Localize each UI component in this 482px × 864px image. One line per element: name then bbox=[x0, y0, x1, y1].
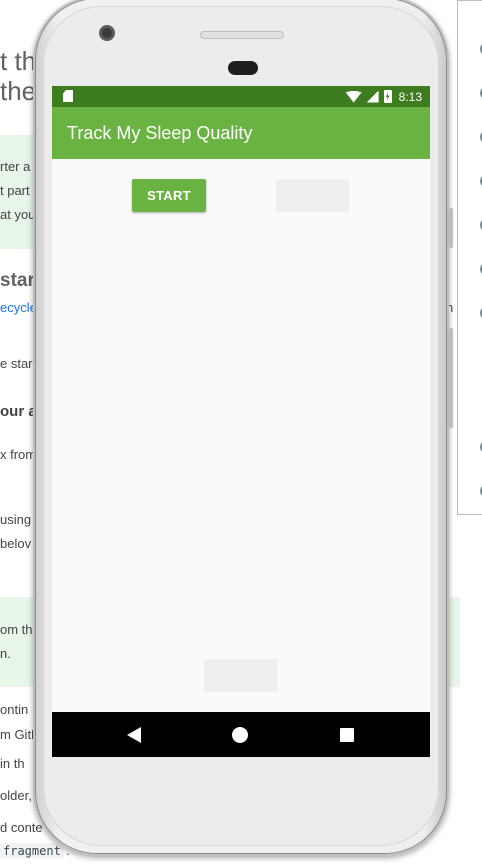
bg-right-panel bbox=[457, 0, 482, 515]
volume-button[interactable] bbox=[447, 208, 453, 248]
bg-tip-line1: rter a bbox=[0, 159, 31, 174]
navigation-bar bbox=[52, 712, 430, 757]
stop-button[interactable] bbox=[276, 179, 349, 212]
recent-apps-icon[interactable] bbox=[340, 728, 354, 742]
bg-heading-line2: the bbox=[0, 76, 37, 106]
app-bar: Track My Sleep Quality bbox=[52, 107, 430, 159]
bg-para3: using bbox=[0, 512, 32, 527]
bg-link[interactable]: ecycle bbox=[0, 300, 37, 315]
bg-para7: in th bbox=[0, 756, 25, 771]
bg-tip2-line1: om th bbox=[0, 622, 33, 637]
bg-subheading: our a bbox=[0, 403, 37, 420]
bg-heading-line1: t th bbox=[0, 46, 37, 76]
home-icon[interactable] bbox=[232, 727, 248, 743]
wifi-icon bbox=[345, 90, 362, 103]
status-bar: 8:13 bbox=[52, 86, 430, 107]
proximity-sensor bbox=[228, 61, 258, 75]
bg-para5: ontin bbox=[0, 702, 29, 717]
bg-para2: x from bbox=[0, 447, 37, 462]
bg-tip2-line2: n. bbox=[0, 646, 11, 661]
bg-para1: e star bbox=[0, 356, 33, 371]
app-title: Track My Sleep Quality bbox=[67, 123, 253, 143]
battery-charging-icon bbox=[383, 90, 392, 103]
clear-button[interactable] bbox=[204, 659, 278, 692]
sd-card-icon bbox=[63, 90, 73, 102]
status-clock: 8:13 bbox=[398, 89, 422, 104]
status-icons: 8:13 bbox=[345, 89, 422, 104]
front-camera bbox=[99, 25, 115, 41]
back-icon[interactable] bbox=[127, 727, 141, 743]
start-button[interactable]: START bbox=[132, 179, 206, 212]
cell-signal-icon bbox=[366, 90, 379, 103]
bg-tip-line3: at you bbox=[0, 207, 36, 222]
bg-code-fragment: fragment bbox=[0, 843, 64, 859]
sleep-nights-text bbox=[62, 229, 420, 639]
bg-para8: older, bbox=[0, 788, 32, 803]
bg-para9: d conte bbox=[0, 820, 43, 835]
bg-tip-line2: t part bbox=[0, 183, 30, 198]
sleep-tracker-content: START bbox=[52, 159, 430, 712]
power-button[interactable] bbox=[447, 328, 453, 428]
device-screen: 8:13 Track My Sleep Quality START bbox=[52, 86, 430, 757]
bg-para4: belov bbox=[0, 536, 32, 551]
earpiece-speaker bbox=[200, 31, 284, 39]
